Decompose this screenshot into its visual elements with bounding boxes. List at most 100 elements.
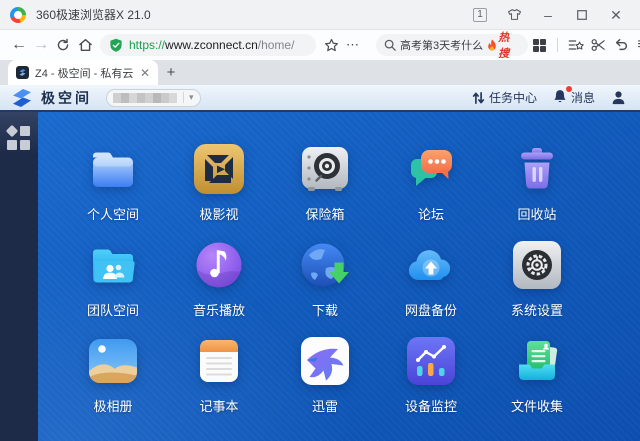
forward-icon: → [33, 36, 49, 54]
app-tile-photo-album[interactable]: 极相册 [60, 333, 166, 429]
app-tile-label: 回收站 [517, 204, 556, 223]
favorites-list-icon [568, 38, 584, 52]
title-bar: 360极速浏览器X 21.0 1 – ✕ [0, 0, 640, 30]
maximize-icon [577, 10, 587, 20]
apps-home-nav-icon[interactable] [7, 126, 31, 150]
toolbar-divider [557, 38, 558, 52]
photo-album-icon [85, 333, 141, 389]
task-transfer-icon [472, 91, 485, 105]
cloud-backup-icon [403, 237, 459, 293]
navigation-bar: ← → https://www.zconnect.cn/home/ ⋯ [0, 30, 640, 60]
forum-chat-icon [403, 141, 459, 197]
app-tile-download[interactable]: 下载 [272, 237, 378, 333]
personal-space-folder-icon [85, 141, 141, 197]
app-tile-label: 个人空间 [87, 204, 139, 223]
app-tile-forum[interactable]: 论坛 [378, 141, 484, 237]
app-tile-safe[interactable]: 保险箱 [272, 141, 378, 237]
tab-title: Z4 - 极空间 - 私有云 [35, 65, 134, 81]
page-content: 个人空间 [0, 112, 640, 441]
system-settings-icon [509, 237, 565, 293]
app-tile-label: 下载 [312, 300, 338, 319]
app-tile-system-settings[interactable]: 系统设置 [484, 237, 590, 333]
download-globe-icon [297, 237, 353, 293]
app-tile-file-collection[interactable]: 文件收集 [484, 333, 590, 429]
file-collection-icon [509, 333, 565, 389]
back-icon: ← [11, 36, 27, 54]
window-title: 360极速浏览器X 21.0 [36, 6, 151, 23]
app-tile-label: 记事本 [199, 396, 238, 415]
secure-shield-icon [109, 38, 123, 53]
shirt-icon [507, 8, 522, 21]
app-tile-music-player[interactable]: 音乐播放 [166, 237, 272, 333]
browser-logo-icon [10, 7, 26, 23]
safe-icon [297, 141, 353, 197]
apps-launcher-button[interactable] [528, 34, 550, 56]
recycle-bin-icon [509, 141, 565, 197]
app-tile-notepad[interactable]: 记事本 [166, 333, 272, 429]
reload-button[interactable] [52, 34, 74, 56]
app-tile-recycle-bin[interactable]: 回收站 [484, 141, 590, 237]
left-sidebar [0, 112, 38, 441]
close-window-button[interactable]: ✕ [602, 4, 630, 26]
back-button[interactable]: ← [8, 34, 30, 56]
team-space-folder-icon [85, 237, 141, 293]
app-tile-label: 系统设置 [511, 300, 563, 319]
bookmark-star-button[interactable] [320, 34, 342, 56]
app-tile-label: 文件收集 [511, 396, 563, 415]
profile-count-button[interactable]: 1 [466, 4, 494, 26]
app-tile-movies[interactable]: 极影视 [166, 141, 272, 237]
search-box[interactable]: 高考第3天考什么 热搜 [376, 34, 528, 56]
notepad-icon [191, 333, 247, 389]
task-center-button[interactable]: 任务中心 [472, 89, 537, 106]
theme-skin-button[interactable] [500, 4, 528, 26]
hot-search-label: 热搜 [498, 29, 520, 61]
app-tile-thunder[interactable]: 迅雷 [272, 333, 378, 429]
app-tile-personal-space[interactable]: 个人空间 [60, 141, 166, 237]
forward-button[interactable]: → [30, 34, 52, 56]
flame-icon [487, 39, 497, 52]
app-tile-label: 迅雷 [312, 396, 338, 415]
site-header: 极空间 ▾ 任务中心 消息 [0, 85, 640, 112]
restore-tab-button[interactable] [609, 34, 631, 56]
new-tab-button[interactable]: + [158, 60, 184, 85]
more-actions-button[interactable]: ⋯ [342, 34, 364, 56]
home-icon [78, 38, 93, 52]
maximize-button[interactable] [568, 4, 596, 26]
scissors-icon [591, 38, 606, 52]
notification-dot [566, 86, 572, 92]
address-bar[interactable]: https://www.zconnect.cn/home/ [100, 34, 316, 56]
app-grid: 个人空间 [60, 141, 590, 429]
home-button[interactable] [74, 34, 96, 56]
browser-menu-button[interactable]: ≡ [631, 34, 640, 56]
search-query-text: 高考第3天考什么 [400, 37, 483, 53]
app-tile-label: 设备监控 [405, 396, 457, 415]
app-tile-device-monitor[interactable]: 设备监控 [378, 333, 484, 429]
device-selector-dropdown[interactable]: ▾ [106, 89, 201, 107]
chevron-down-icon: ▾ [183, 92, 194, 103]
user-avatar-icon [611, 90, 626, 105]
minimize-button[interactable]: – [534, 4, 562, 26]
url-path: /home/ [258, 38, 295, 52]
thunder-bird-icon [297, 333, 353, 389]
reload-icon [56, 38, 70, 52]
zspace-logo-icon [10, 86, 34, 110]
redacted-device-name [113, 93, 177, 103]
messages-label: 消息 [571, 89, 595, 106]
app-tile-label: 保险箱 [305, 204, 344, 223]
screenshot-button[interactable] [587, 34, 609, 56]
tab-close-icon[interactable]: ✕ [140, 66, 150, 80]
app-tile-team-space[interactable]: 团队空间 [60, 237, 166, 333]
favorites-list-button[interactable] [565, 34, 587, 56]
messages-button[interactable]: 消息 [553, 89, 595, 107]
music-player-icon [191, 237, 247, 293]
minimize-icon: – [544, 8, 552, 22]
active-tab[interactable]: Z4 - 极空间 - 私有云 ✕ [8, 60, 158, 85]
user-account-button[interactable] [611, 90, 630, 105]
app-tile-label: 极影视 [199, 204, 238, 223]
app-tile-label: 音乐播放 [193, 300, 245, 319]
app-tile-cloud-backup[interactable]: 网盘备份 [378, 237, 484, 333]
task-center-label: 任务中心 [489, 89, 537, 106]
search-icon [384, 39, 396, 51]
tab-strip: Z4 - 极空间 - 私有云 ✕ + [0, 60, 640, 85]
app-tile-label: 极相册 [93, 396, 132, 415]
